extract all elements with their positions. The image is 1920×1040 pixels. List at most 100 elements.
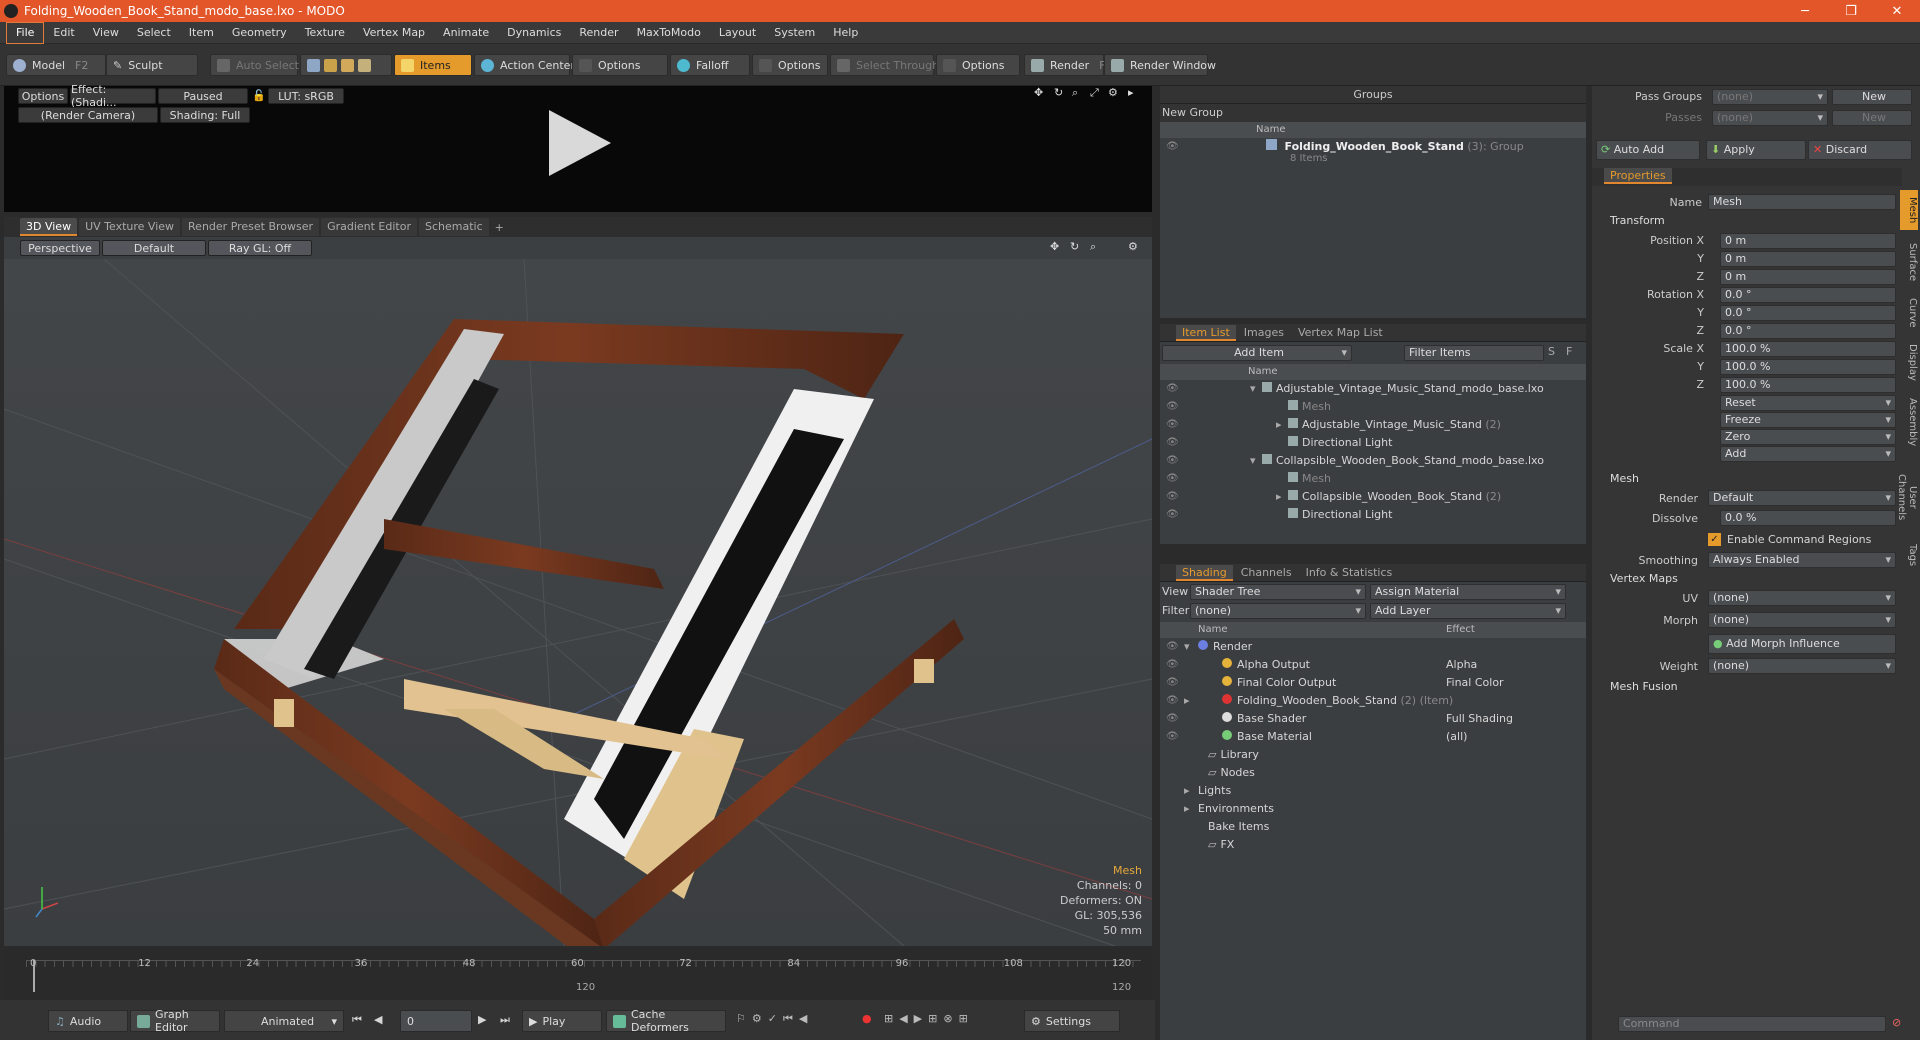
rotate-icon[interactable]: ↻ [1054, 86, 1063, 99]
shader-row[interactable]: ▸ Environments [1160, 800, 1586, 818]
preview-lut-button[interactable]: LUT: sRGB [268, 88, 344, 104]
next-frame-icon[interactable]: ▶ [478, 1013, 486, 1026]
zoom-icon[interactable]: ⌕ [1090, 240, 1096, 254]
expand-arrow-icon[interactable]: ▸ [1184, 692, 1190, 710]
f-toggle[interactable]: F [1566, 345, 1572, 358]
add-morph-influence-button[interactable]: ● Add Morph Influence [1708, 634, 1896, 654]
scale-y-field[interactable]: 100.0 % [1720, 359, 1896, 375]
menu-layout[interactable]: Layout [710, 22, 765, 44]
discard-button[interactable]: ✕ Discard [1808, 140, 1912, 160]
items-mode-button[interactable]: Items [394, 54, 472, 76]
shader-effect[interactable]: Alpha [1446, 656, 1477, 674]
maximize-icon[interactable]: ⤢ [1090, 86, 1099, 100]
pass-groups-dropdown[interactable]: (none) [1712, 89, 1828, 105]
name-field[interactable]: Mesh [1708, 194, 1896, 210]
settings-button[interactable]: ⚙ Settings [1024, 1010, 1120, 1032]
position-x-field[interactable]: 0 m [1720, 233, 1896, 249]
animated-dropdown[interactable]: Animated ▾ [224, 1010, 344, 1032]
menu-item[interactable]: Item [180, 22, 223, 44]
minimize-icon[interactable]: ─ [1782, 0, 1828, 22]
menu-edit[interactable]: Edit [44, 22, 83, 44]
side-tab[interactable]: Assembly [1900, 390, 1918, 454]
eye-icon[interactable]: 👁 [1166, 638, 1179, 656]
side-tab[interactable]: User Channels [1896, 462, 1918, 532]
auto-add-button[interactable]: ⟳ Auto Add [1596, 140, 1700, 160]
tab-render-preset-browser[interactable]: Render Preset Browser [182, 218, 320, 236]
passes-dropdown[interactable]: (none) [1712, 110, 1828, 126]
menu-maxtomodo[interactable]: MaxToModo [628, 22, 710, 44]
graph-editor-button[interactable]: Graph Editor [130, 1008, 220, 1034]
freeze-dropdown[interactable]: Freeze [1720, 412, 1896, 428]
morph-dropdown[interactable]: (none) [1708, 612, 1896, 628]
eye-icon[interactable]: 👁 [1166, 488, 1179, 506]
zero-dropdown[interactable]: Zero [1720, 429, 1896, 445]
record-icon[interactable]: ● [862, 1012, 872, 1025]
add-item-dropdown[interactable]: Add Item [1162, 345, 1352, 361]
tab-vertex-map-list[interactable]: Vertex Map List [1292, 325, 1389, 341]
timeline[interactable]: 120 120 [4, 948, 1152, 1000]
side-tab[interactable]: Display [1900, 338, 1918, 386]
section-mesh-fusion[interactable]: Mesh Fusion [1610, 680, 1678, 693]
section-vertex-maps[interactable]: Vertex Maps [1610, 572, 1678, 585]
action-center-button[interactable]: Action Center [474, 54, 575, 76]
item-list-row[interactable]: 👁 Mesh [1160, 470, 1586, 488]
expand-arrow-icon[interactable]: ▸ [1276, 416, 1288, 434]
filter-items-input[interactable]: Filter Items [1404, 345, 1544, 361]
command-regions-checkbox[interactable]: ✓ Enable Command Regions [1708, 530, 1896, 548]
expand-arrow-icon[interactable]: ▸ [1184, 782, 1190, 800]
eye-icon[interactable]: 👁 [1166, 470, 1179, 488]
side-tab[interactable]: Curve [1900, 290, 1918, 336]
eye-icon[interactable]: 👁 [1166, 656, 1179, 674]
scale-x-field[interactable]: 100.0 % [1720, 341, 1896, 357]
tab-info-statistics[interactable]: Info & Statistics [1300, 565, 1399, 581]
shader-row[interactable]: ▱ FX [1160, 836, 1586, 854]
select-through-options-button[interactable]: Options [936, 54, 1020, 76]
eye-icon[interactable]: 👁 [1166, 728, 1179, 746]
new-group-button[interactable]: New Group [1160, 104, 1586, 122]
menu-view[interactable]: View [84, 22, 128, 44]
perspective-dropdown[interactable]: Perspective [20, 240, 100, 256]
eye-icon[interactable]: 👁 [1166, 506, 1179, 524]
gear-icon[interactable]: ⚙ [1108, 86, 1118, 99]
eye-icon[interactable]: 👁 [1166, 434, 1179, 452]
new-pass-button[interactable]: New [1832, 110, 1912, 126]
s-toggle[interactable]: S [1548, 345, 1555, 358]
tab-gradient-editor[interactable]: Gradient Editor [321, 218, 417, 236]
gear-icon[interactable]: ⚙ [1128, 240, 1138, 253]
select-through-button[interactable]: Select Through [830, 54, 939, 76]
eye-icon[interactable]: 👁 [1166, 452, 1179, 470]
dissolve-field[interactable]: 0.0 % [1720, 510, 1896, 526]
shader-effect[interactable]: Final Color [1446, 674, 1504, 692]
3d-viewport[interactable]: Mesh Channels: 0 Deformers: ON GL: 305,5… [4, 259, 1152, 946]
raygl-dropdown[interactable]: Ray GL: Off [208, 240, 312, 256]
item-list-row[interactable]: 👁 Directional Light [1160, 434, 1586, 452]
menu-animate[interactable]: Animate [434, 22, 498, 44]
frame-input[interactable]: 0 [400, 1010, 472, 1032]
first-frame-icon[interactable]: ⏮ [352, 1013, 362, 1027]
view-dropdown[interactable]: Shader Tree [1190, 584, 1366, 600]
menu-dynamics[interactable]: Dynamics [498, 22, 570, 44]
reset-dropdown[interactable]: Reset [1720, 395, 1896, 411]
preview-camera-dropdown[interactable]: (Render Camera) [18, 107, 158, 123]
menu-texture[interactable]: Texture [296, 22, 354, 44]
item-list-row[interactable]: 👁 ▸ Adjustable_Vintage_Music_Stand (2) [1160, 416, 1586, 434]
action-center-options-button[interactable]: Options [572, 54, 668, 76]
shader-row[interactable]: 👁 Final Color Output Final Color [1160, 674, 1586, 692]
eye-icon[interactable]: 👁 [1166, 138, 1179, 156]
last-frame-icon[interactable]: ⏭ [500, 1013, 510, 1027]
auto-select-button[interactable]: Auto Select [210, 54, 299, 76]
prev-key-icon[interactable]: ◀ [374, 1013, 382, 1026]
tab-item-list[interactable]: Item List [1176, 324, 1236, 341]
shader-row[interactable]: 👁 ▸ Folding_Wooden_Book_Stand (2) (Item) [1160, 692, 1586, 710]
tab-uv-texture-view[interactable]: UV Texture View [79, 218, 181, 236]
command-clear-icon[interactable]: ⊘ [1892, 1016, 1901, 1029]
eye-icon[interactable]: 👁 [1166, 416, 1179, 434]
expand-arrow-icon[interactable]: ▾ [1184, 638, 1190, 656]
preview-paused-button[interactable]: Paused [158, 88, 248, 104]
side-tab[interactable]: Surface [1900, 238, 1918, 286]
menu-system[interactable]: System [765, 22, 824, 44]
expand-arrow-icon[interactable]: ▾ [1250, 452, 1262, 470]
section-transform[interactable]: Transform [1610, 214, 1665, 227]
eye-icon[interactable]: 👁 [1166, 692, 1179, 710]
tab-schematic[interactable]: Schematic [419, 218, 489, 236]
